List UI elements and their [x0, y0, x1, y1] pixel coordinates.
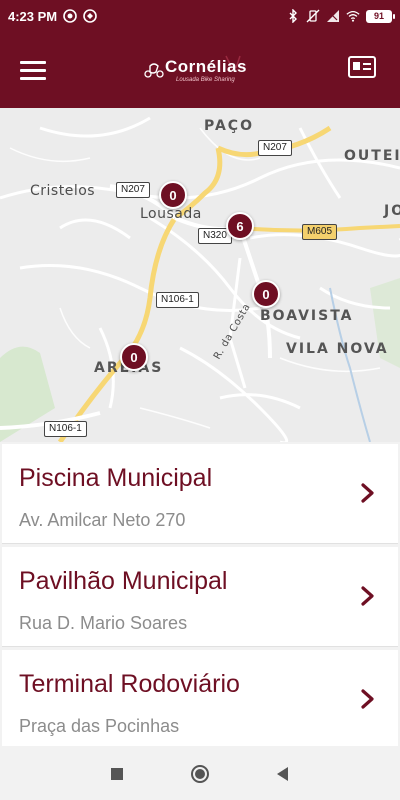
- menu-icon-line: [20, 68, 46, 72]
- logo-text: Cornélias: [165, 57, 247, 76]
- chevron-right-icon: [361, 483, 374, 503]
- station-name: Terminal Rodoviário: [19, 670, 240, 698]
- station-name: Pavilhão Municipal: [19, 567, 228, 595]
- road-shield-n207: N207: [116, 182, 150, 198]
- app-logo: Cornélias Lousada Bike Sharing: [140, 52, 262, 92]
- id-card-button[interactable]: [348, 56, 376, 78]
- recent-apps-button[interactable]: [107, 764, 127, 784]
- menu-icon-line: [20, 76, 46, 80]
- map-label-cristelos: Cristelos: [30, 183, 96, 199]
- system-nav-bar: [0, 746, 400, 800]
- road-shield-n106-1: N106-1: [44, 421, 87, 437]
- app-bar: Cornélias Lousada Bike Sharing: [0, 32, 400, 108]
- status-left: 4:23 PM: [8, 9, 97, 24]
- signal-icon: [326, 9, 340, 23]
- wifi-icon: [346, 9, 360, 23]
- station-name: Piscina Municipal: [19, 464, 213, 492]
- id-card-icon: [348, 56, 376, 78]
- station-cluster-marker[interactable]: 6: [226, 212, 254, 240]
- road-shield-m605: M605: [302, 224, 338, 240]
- station-cluster-marker[interactable]: 0: [252, 280, 280, 308]
- status-right: 91: [286, 9, 395, 23]
- station-list-item[interactable]: Piscina Municipal Av. Amilcar Neto 270: [2, 444, 398, 544]
- circled-icon-1: [63, 9, 77, 23]
- map-label-boavista: BOAVISTA: [260, 308, 354, 324]
- map-label-outeiro: OUTEI: [344, 148, 400, 164]
- map-base: [0, 108, 400, 442]
- road-shield-n106-1: N106-1: [156, 292, 199, 308]
- back-icon: [277, 767, 288, 781]
- station-cluster-marker[interactable]: 0: [120, 343, 148, 371]
- chevron-right-icon: [361, 689, 374, 709]
- station-list-item[interactable]: Pavilhão Municipal Rua D. Mario Soares: [2, 547, 398, 647]
- map-view[interactable]: PAÇO OUTEI Cristelos Lousada JO BOAVISTA…: [0, 108, 400, 442]
- recent-apps-icon: [111, 768, 123, 780]
- road-shield-n207: N207: [258, 140, 292, 156]
- back-button[interactable]: [272, 764, 292, 784]
- station-cluster-marker[interactable]: 0: [159, 181, 187, 209]
- status-bar: 4:23 PM 91: [0, 0, 400, 32]
- home-button[interactable]: [190, 764, 210, 784]
- battery-indicator: 91: [366, 9, 395, 23]
- circled-icon-2: [83, 9, 97, 23]
- station-list: Piscina Municipal Av. Amilcar Neto 270 P…: [0, 444, 400, 750]
- home-icon: [191, 765, 209, 783]
- map-label-jo: JO: [384, 203, 400, 219]
- station-address: Praça das Pocinhas: [19, 716, 180, 736]
- map-label-vila-nova: VILA NOVA: [286, 341, 389, 357]
- status-time: 4:23 PM: [8, 8, 58, 24]
- menu-button[interactable]: [20, 55, 50, 85]
- menu-icon-line: [20, 60, 46, 64]
- chevron-right-icon: [361, 586, 374, 606]
- vibrate-icon: [306, 9, 320, 23]
- bluetooth-icon: [286, 9, 300, 23]
- logo-subtitle: Lousada Bike Sharing: [176, 77, 235, 83]
- station-list-item[interactable]: Terminal Rodoviário Praça das Pocinhas: [2, 650, 398, 750]
- map-label-paco: PAÇO: [204, 118, 254, 134]
- station-address: Rua D. Mario Soares: [19, 613, 188, 633]
- station-address: Av. Amilcar Neto 270: [19, 510, 186, 530]
